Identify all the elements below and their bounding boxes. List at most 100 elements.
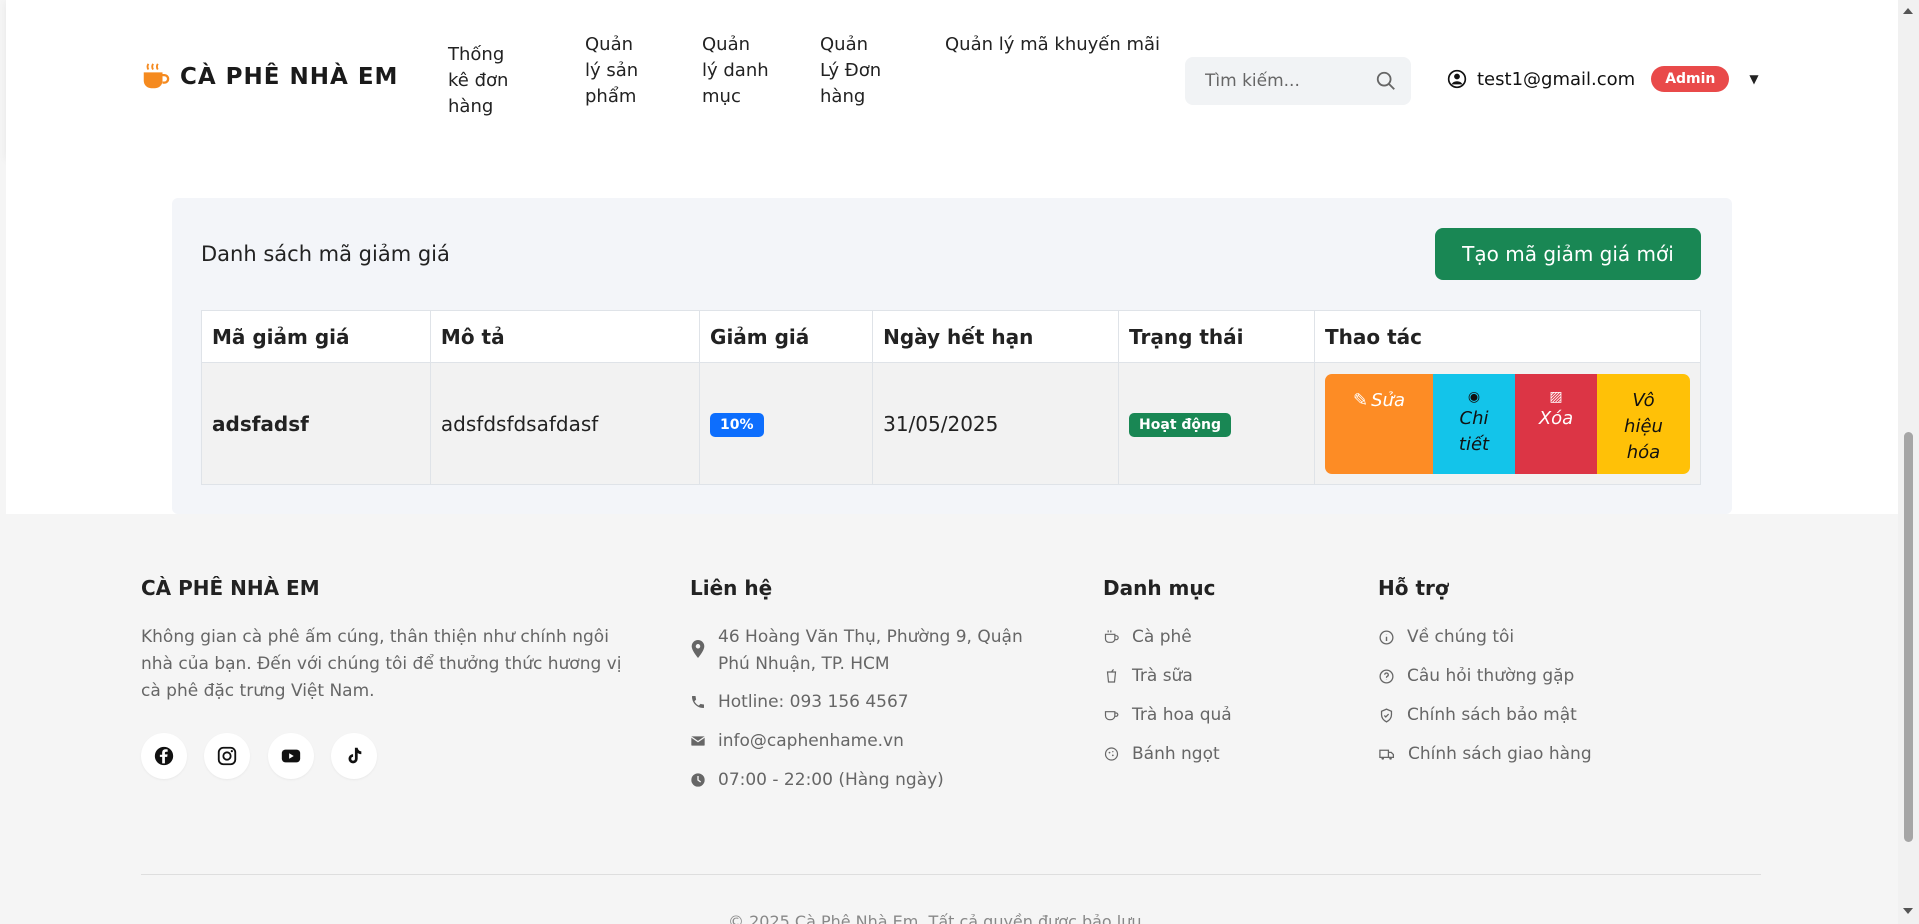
- address-line: Phú Nhuận, TP. HCM: [718, 654, 890, 674]
- nav-label-line: Quản lý mã khuyến mãi: [945, 34, 1161, 55]
- about-line: Không gian cà phê ấm cúng, thân thiện nh…: [141, 627, 609, 647]
- status-cell: Hoạt động: [1118, 362, 1315, 485]
- nav-label-line: Lý Đơn: [820, 60, 882, 81]
- nav-label-line: phẩm: [585, 86, 637, 107]
- tiktok-link[interactable]: [331, 733, 377, 779]
- scroll-up-arrow-icon[interactable]: [1903, 8, 1913, 14]
- delete-button[interactable]: ▨ Xóa: [1515, 373, 1597, 474]
- scroll-thumb[interactable]: [1904, 432, 1913, 842]
- column-header: Mô tả: [429, 310, 701, 363]
- footer-category-milk-tea[interactable]: Trà sữa: [1103, 663, 1193, 690]
- coupon-code: adsfadsf: [201, 362, 431, 485]
- footer-support-about[interactable]: Về chúng tôi: [1378, 624, 1514, 651]
- detail-button[interactable]: ◉ Chi tiết: [1433, 373, 1515, 474]
- column-header: Thao tác: [1314, 310, 1701, 363]
- coffee-cup-icon: [143, 63, 170, 89]
- contact-hours: 07:00 - 22:00 (Hàng ngày): [690, 767, 944, 794]
- copyright-text: © 2025 Cà Phê Nhà Em. Tất cả quyền được …: [728, 912, 1147, 924]
- facebook-link[interactable]: [141, 733, 187, 779]
- nav-label-line: kê đơn: [448, 70, 509, 91]
- user-menu[interactable]: test1@gmail.com Admin ▼: [1447, 66, 1759, 92]
- coupon-description: adsfdsfdsafdasf: [429, 362, 701, 485]
- action-group: ✎ Sửa ◉ Chi tiết ▨ Xóa Vô hiệu hóa: [1325, 373, 1690, 474]
- nav-order-stats[interactable]: Thống kê đơn hàng: [448, 42, 508, 120]
- contact-title: Liên hệ: [690, 576, 773, 600]
- discount-badge: 10%: [710, 413, 764, 437]
- coupon-table: Mã giảm giá Mô tả Giảm giá Ngày hết hạn …: [201, 310, 1701, 485]
- nav-manage-categories[interactable]: Quản lý danh mục: [702, 32, 769, 110]
- contact-address: 46 Hoàng Văn Thụ, Phường 9, Quận Phú Nhu…: [690, 624, 1023, 678]
- search-box: [1185, 57, 1411, 105]
- mail-icon: [690, 736, 706, 746]
- map-pin-icon: [691, 640, 705, 658]
- footer-brand: CÀ PHÊ NHÀ EM: [141, 576, 320, 600]
- truck-icon: [1379, 749, 1395, 760]
- category-label: Bánh ngọt: [1132, 744, 1220, 764]
- nav-label-line: Thống: [448, 44, 505, 65]
- user-email: test1@gmail.com: [1477, 68, 1636, 90]
- footer-category-cakes[interactable]: Bánh ngọt: [1103, 741, 1220, 768]
- instagram-link[interactable]: [204, 733, 250, 779]
- youtube-link[interactable]: [268, 733, 314, 779]
- nav-label-line: hàng: [820, 86, 866, 107]
- instagram-icon: [217, 746, 237, 766]
- column-header: Giảm giá: [699, 310, 874, 363]
- support-title: Hỗ trợ: [1378, 576, 1449, 600]
- eye-icon: ◉: [1467, 388, 1481, 405]
- footer-support-faq[interactable]: Câu hỏi thường gặp: [1378, 663, 1574, 690]
- nav-manage-promotions[interactable]: Quản lý mã khuyến mãi: [945, 32, 1160, 58]
- edit-button[interactable]: ✎ Sửa: [1325, 373, 1433, 474]
- expiry-date: 31/05/2025: [872, 362, 1120, 485]
- support-label: Chính sách giao hàng: [1408, 744, 1592, 764]
- category-label: Cà phê: [1132, 627, 1192, 647]
- support-label: Chính sách bảo mật: [1407, 705, 1577, 725]
- brand-logo[interactable]: CÀ PHÊ NHÀ EM: [140, 62, 398, 92]
- actions-cell: ✎ Sửa ◉ Chi tiết ▨ Xóa Vô hiệu hóa: [1314, 362, 1701, 485]
- footer-category-coffee[interactable]: Cà phê: [1103, 624, 1192, 651]
- cookie-icon: [1104, 747, 1119, 761]
- nav-label-line: Quản: [585, 34, 634, 55]
- brand-name: CÀ PHÊ NHÀ EM: [180, 64, 399, 90]
- footer-support-shipping[interactable]: Chính sách giao hàng: [1378, 741, 1592, 768]
- hours-text: 07:00 - 22:00 (Hàng ngày): [718, 770, 944, 790]
- nav-label-line: mục: [702, 86, 741, 107]
- search-icon[interactable]: [1375, 70, 1397, 92]
- disable-label-line: hiệu: [1624, 415, 1663, 437]
- nav-manage-products[interactable]: Quản lý sản phẩm: [585, 32, 638, 110]
- search-input[interactable]: [1205, 71, 1355, 91]
- nav-label-line: lý sản: [585, 60, 639, 81]
- category-label: Trà sữa: [1132, 666, 1193, 686]
- footer-category-fruit-tea[interactable]: Trà hoa quả: [1103, 702, 1232, 729]
- disable-button[interactable]: Vô hiệu hóa: [1597, 373, 1690, 474]
- tiktok-icon: [348, 747, 362, 764]
- card-title: Danh sách mã giảm giá: [201, 242, 450, 266]
- footer-divider: [141, 874, 1761, 875]
- email-text: info@caphenhame.vn: [718, 731, 904, 751]
- scroll-down-arrow-icon[interactable]: [1903, 908, 1913, 914]
- create-coupon-button[interactable]: Tạo mã giảm giá mới: [1435, 228, 1701, 280]
- hotline-text: Hotline: 093 156 4567: [718, 692, 909, 712]
- column-header: Mã giảm giá: [201, 310, 431, 363]
- nav-manage-orders[interactable]: Quản Lý Đơn hàng: [820, 32, 881, 110]
- footer-about: Không gian cà phê ấm cúng, thân thiện nh…: [141, 624, 621, 705]
- detail-label-line: Chi: [1459, 407, 1489, 429]
- footer-support-privacy[interactable]: Chính sách bảo mật: [1378, 702, 1577, 729]
- support-label: Câu hỏi thường gặp: [1407, 666, 1575, 686]
- table-header-row: Mã giảm giá Mô tả Giảm giá Ngày hết hạn …: [201, 310, 1701, 363]
- table-row: adsfadsf adsfdsfdsafdasf 10% 31/05/2025 …: [201, 362, 1701, 485]
- edit-label: Sửa: [1371, 389, 1405, 411]
- clock-icon: [691, 773, 705, 787]
- facebook-icon: [154, 746, 174, 766]
- column-header: Trạng thái: [1118, 310, 1315, 363]
- coffee-icon: [1104, 630, 1119, 643]
- shield-check-icon: [1380, 708, 1393, 723]
- nav-label-line: hàng: [448, 96, 494, 117]
- categories-title: Danh mục: [1103, 576, 1216, 600]
- teacup-icon: [1104, 711, 1119, 721]
- detail-label-line: tiết: [1458, 433, 1490, 455]
- address-line: 46 Hoàng Văn Thụ, Phường 9, Quận: [718, 627, 1023, 647]
- user-circle-icon: [1447, 69, 1467, 89]
- caret-down-icon[interactable]: ▼: [1749, 72, 1758, 86]
- pencil-icon: ✎: [1353, 389, 1369, 411]
- delete-label: Xóa: [1538, 407, 1574, 429]
